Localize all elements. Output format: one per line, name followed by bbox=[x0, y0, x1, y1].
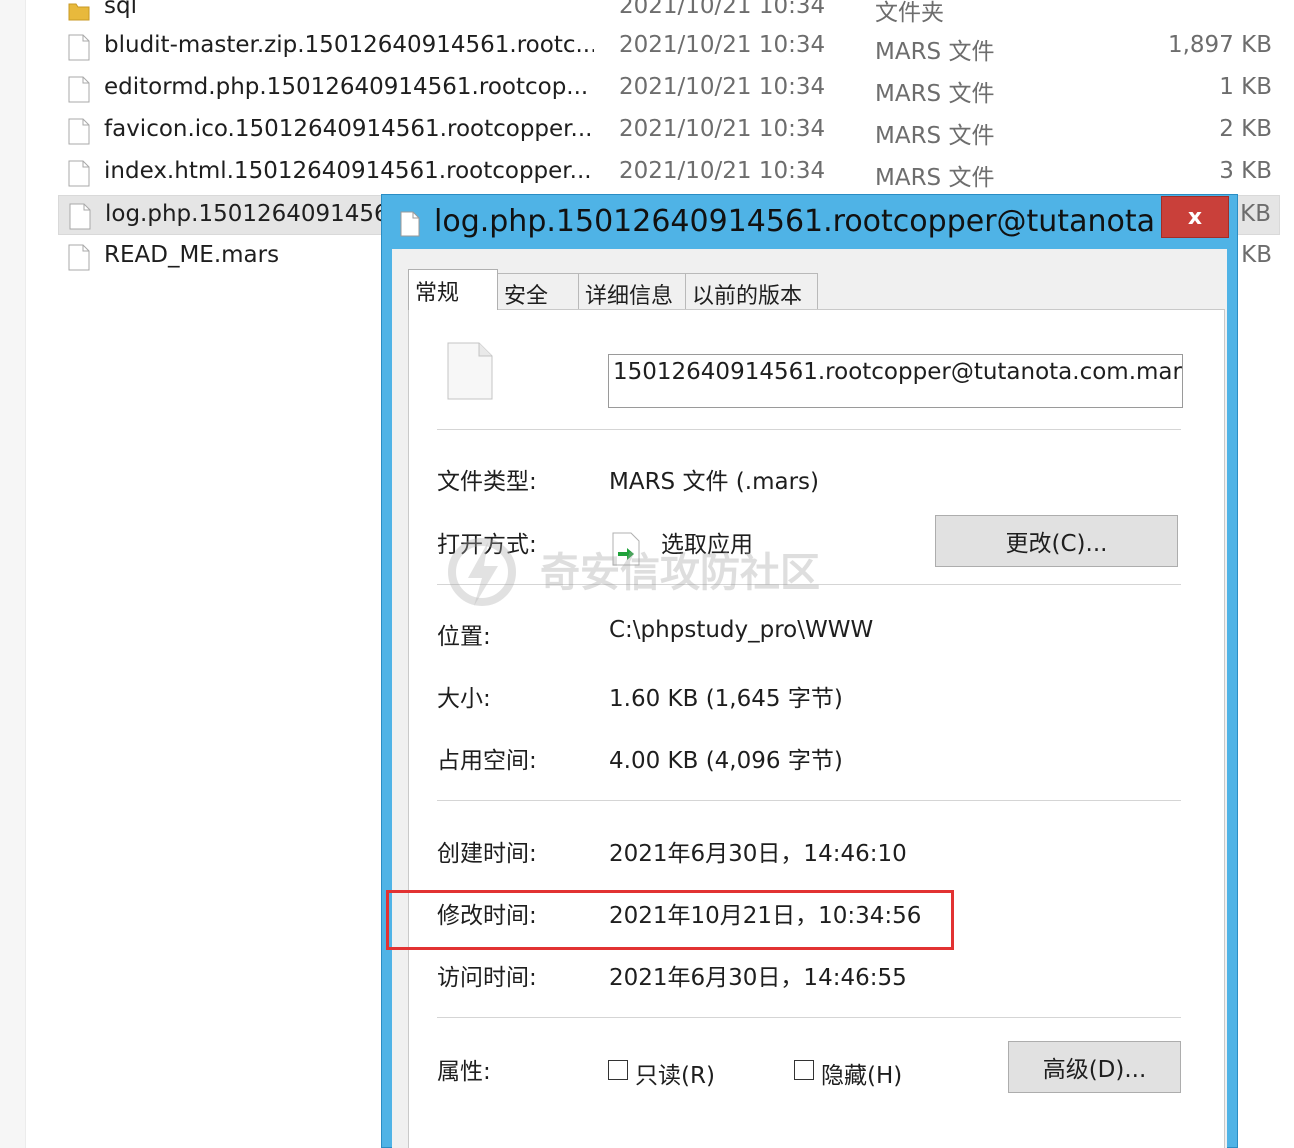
file-size: KB bbox=[1240, 201, 1271, 227]
close-button[interactable]: x bbox=[1161, 196, 1229, 238]
file-date: 2021/10/21 10:34 bbox=[619, 116, 826, 142]
size-label: 大小: bbox=[437, 686, 491, 712]
file-icon bbox=[68, 160, 90, 187]
location-value: C:\phpstudy_pro\WWW bbox=[609, 617, 874, 643]
change-button[interactable]: 更改(C)... bbox=[935, 515, 1178, 567]
general-tab-panel: 15012640914561.rootcopper@tutanota.com.m… bbox=[408, 309, 1225, 1148]
size-value: 1.60 KB (1,645 字节) bbox=[609, 686, 843, 712]
file-row-index[interactable]: index.html.15012640914561.rootcopper... … bbox=[58, 153, 1280, 193]
divider bbox=[437, 584, 1181, 585]
file-icon bbox=[68, 118, 90, 145]
file-date: 2021/10/21 10:34 bbox=[619, 158, 826, 184]
file-row-favicon[interactable]: favicon.ico.15012640914561.rootcopper...… bbox=[58, 111, 1280, 151]
divider bbox=[437, 429, 1181, 430]
file-size: 3 KB bbox=[1219, 158, 1272, 184]
file-type-value: MARS 文件 (.mars) bbox=[609, 469, 819, 495]
file-type: MARS 文件 bbox=[875, 81, 995, 107]
modified-time-highlight bbox=[386, 890, 954, 950]
tab-general[interactable]: 常规 bbox=[408, 269, 498, 310]
disk-size-value: 4.00 KB (4,096 字节) bbox=[609, 748, 843, 774]
hidden-label: 隐藏(H) bbox=[821, 1063, 903, 1089]
divider bbox=[437, 800, 1181, 801]
properties-dialog: log.php.15012640914561.rootcopper@tutano… bbox=[381, 194, 1238, 1148]
file-row-sql[interactable]: sql 2021/10/21 10:34 文件夹 bbox=[58, 0, 1280, 28]
readonly-checkbox[interactable] bbox=[608, 1060, 628, 1080]
disk-size-label: 占用空间: bbox=[437, 748, 537, 774]
file-size: 1,897 KB bbox=[1167, 32, 1272, 58]
divider bbox=[437, 1017, 1181, 1018]
file-date: 2021/10/21 10:34 bbox=[619, 0, 826, 19]
open-with-value: 选取应用 bbox=[661, 532, 753, 558]
accessed-value: 2021年6月30日，14:46:55 bbox=[609, 965, 907, 991]
file-name: editormd.php.15012640914561.rootcop... bbox=[104, 74, 589, 100]
filename-input[interactable]: 15012640914561.rootcopper@tutanota.com.m… bbox=[608, 354, 1183, 408]
file-icon bbox=[68, 34, 90, 61]
tab-previous-versions[interactable]: 以前的版本 bbox=[685, 273, 818, 309]
file-name: sql bbox=[104, 0, 137, 19]
dialog-client-area: 常规 安全 详细信息 以前的版本 15012640914561.rootcopp… bbox=[392, 249, 1227, 1148]
file-type: MARS 文件 bbox=[875, 165, 995, 191]
file-row-editormd[interactable]: editormd.php.15012640914561.rootcop... 2… bbox=[58, 69, 1280, 109]
file-icon bbox=[69, 203, 91, 230]
hidden-checkbox[interactable] bbox=[794, 1060, 814, 1080]
file-type: MARS 文件 bbox=[875, 39, 995, 65]
open-with-label: 打开方式: bbox=[437, 532, 537, 558]
file-name: index.html.15012640914561.rootcopper... bbox=[104, 158, 592, 184]
dialog-titlebar[interactable]: log.php.15012640914561.rootcopper@tutano… bbox=[382, 195, 1237, 249]
accessed-label: 访问时间: bbox=[437, 965, 537, 991]
file-large-icon bbox=[447, 342, 493, 400]
choose-app-icon bbox=[612, 532, 640, 566]
tab-details[interactable]: 详细信息 bbox=[578, 273, 686, 309]
close-icon: x bbox=[1187, 204, 1203, 230]
file-name: bludit-master.zip.15012640914561.rootc..… bbox=[104, 32, 594, 58]
file-type: 文件夹 bbox=[875, 0, 944, 26]
location-label: 位置: bbox=[437, 624, 491, 650]
file-date: 2021/10/21 10:34 bbox=[619, 74, 826, 100]
file-type: MARS 文件 bbox=[875, 123, 995, 149]
file-name: favicon.ico.15012640914561.rootcopper... bbox=[104, 116, 593, 142]
readonly-label: 只读(R) bbox=[635, 1063, 715, 1089]
file-size: 1 KB bbox=[1219, 74, 1272, 100]
file-size: 2 KB bbox=[1219, 116, 1272, 142]
file-date: 2021/10/21 10:34 bbox=[619, 32, 826, 58]
file-row-bludit[interactable]: bludit-master.zip.15012640914561.rootc..… bbox=[58, 27, 1280, 67]
attributes-label: 属性: bbox=[437, 1059, 491, 1085]
file-icon bbox=[400, 211, 420, 237]
created-label: 创建时间: bbox=[437, 841, 537, 867]
file-name: log.php.1501264091456 bbox=[105, 201, 381, 227]
file-icon bbox=[68, 76, 90, 103]
file-size: KB bbox=[1241, 242, 1272, 268]
advanced-button[interactable]: 高级(D)... bbox=[1008, 1041, 1181, 1093]
dialog-title: log.php.15012640914561.rootcopper@tutano… bbox=[434, 204, 1154, 239]
navigation-pane-edge bbox=[0, 0, 26, 1148]
created-value: 2021年6月30日，14:46:10 bbox=[609, 841, 907, 867]
tab-security[interactable]: 安全 bbox=[497, 273, 579, 309]
file-type-label: 文件类型: bbox=[437, 469, 537, 495]
folder-icon bbox=[68, 3, 90, 21]
file-icon bbox=[68, 244, 90, 271]
